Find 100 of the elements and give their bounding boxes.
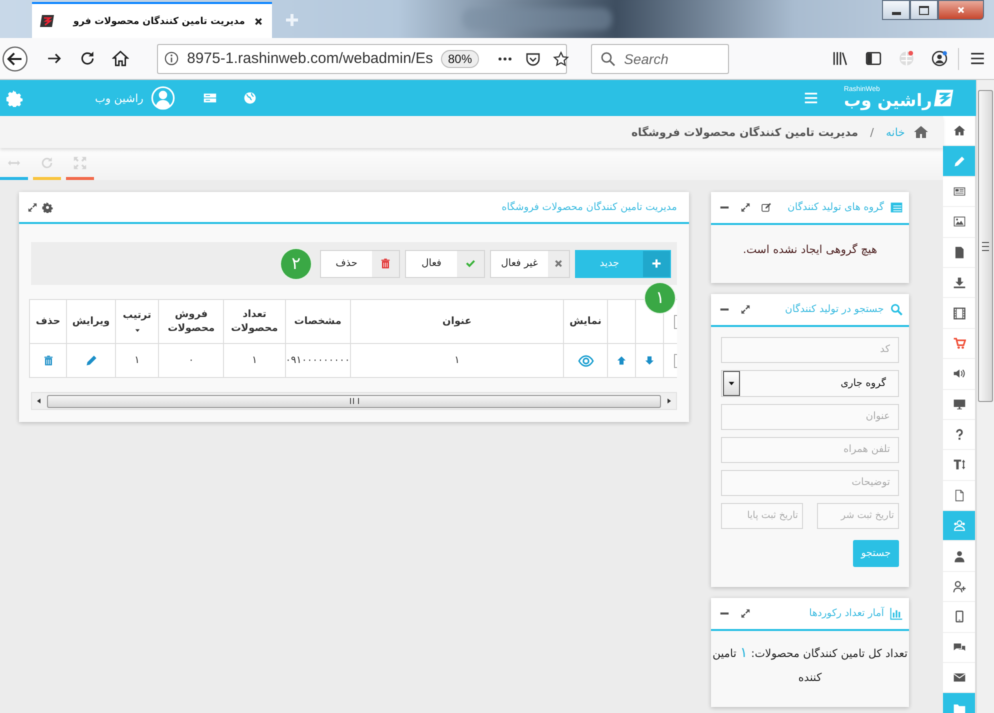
step-badge: ۲ xyxy=(281,248,311,278)
logo-text: راشین وب xyxy=(844,93,932,110)
users-icon xyxy=(952,519,966,532)
mobile-icon xyxy=(952,610,966,624)
expand-icon[interactable] xyxy=(27,202,38,212)
column-header: ویرایش xyxy=(72,314,110,328)
arrow-down-icon[interactable] xyxy=(644,355,655,366)
table-cell: ۱ xyxy=(454,355,460,366)
input-field[interactable]: کد xyxy=(721,336,899,363)
user-plus-icon xyxy=(952,580,966,594)
expand-icon[interactable] xyxy=(740,202,750,213)
zoom-level[interactable]: 80% xyxy=(440,50,479,68)
volume-icon xyxy=(952,367,966,380)
trash-icon xyxy=(380,258,391,269)
bookmark-star-icon[interactable] xyxy=(553,50,569,66)
pocket-icon[interactable] xyxy=(525,50,541,66)
settings-icon[interactable] xyxy=(42,202,53,212)
newspaper-icon xyxy=(952,184,966,198)
close-icon[interactable] xyxy=(253,16,264,26)
list-icon xyxy=(890,201,903,214)
menu-icon[interactable] xyxy=(969,50,986,67)
column-header: فروش محصولات xyxy=(166,308,216,335)
film-icon xyxy=(952,306,966,320)
home-icon xyxy=(952,124,966,138)
edit-icon[interactable] xyxy=(760,202,772,213)
eye-icon[interactable] xyxy=(576,352,596,368)
file-blank-icon xyxy=(952,488,966,502)
table-cell: ۱ xyxy=(252,355,258,366)
close-icon xyxy=(956,5,966,15)
folder-icon xyxy=(952,702,966,713)
search-field[interactable]: Search xyxy=(591,44,729,74)
activate-button[interactable]: فعال xyxy=(405,250,485,278)
expand-icon[interactable] xyxy=(740,608,751,619)
minimize-button[interactable] xyxy=(882,0,910,20)
envelope-icon xyxy=(952,671,966,684)
trash-icon[interactable] xyxy=(42,355,54,366)
sidebar-icon[interactable] xyxy=(865,50,882,67)
date-field[interactable]: تاریخ ثبت پایا xyxy=(721,502,803,529)
maximize-button[interactable] xyxy=(910,0,938,20)
table-cell: ۱ xyxy=(134,355,140,366)
info-icon[interactable] xyxy=(164,51,179,66)
column-header: حذف xyxy=(36,314,60,328)
deactivate-button[interactable]: غیر فعال xyxy=(490,250,570,278)
cross-icon xyxy=(552,258,564,269)
sort-caret-icon[interactable] xyxy=(134,326,140,334)
browser-tab[interactable]: مدیریت تامین کنندگان محصولات فرو xyxy=(32,2,272,38)
globe-icon[interactable] xyxy=(898,50,915,67)
search-icon xyxy=(890,302,903,316)
breadcrumb-separator: / xyxy=(870,126,874,138)
refresh-icon xyxy=(40,156,54,170)
home-icon[interactable] xyxy=(913,124,929,140)
edit-icon[interactable] xyxy=(84,354,98,367)
horizontal-scrollbar[interactable] xyxy=(31,392,677,410)
input-field[interactable]: توضیحات xyxy=(721,470,899,496)
vertical-scrollbar[interactable] xyxy=(976,80,994,713)
step-badge: ۱ xyxy=(645,283,675,313)
expand-icon[interactable] xyxy=(740,304,751,315)
dropdown[interactable]: گروه جاری xyxy=(721,370,899,397)
panel-title: مدیریت تامین کنندگان محصولات فروشگاه xyxy=(502,202,677,212)
column-header: عنوان xyxy=(442,314,472,328)
record-count-text: تعداد کل تامین کنندگان محصولات: ۱ تامین کننده xyxy=(711,644,909,686)
fullscreen-icon xyxy=(73,156,87,170)
input-field[interactable]: تلفن همراه xyxy=(721,436,899,463)
arrow-left-icon[interactable] xyxy=(35,397,43,405)
arrow-right-icon[interactable] xyxy=(665,397,673,405)
panel-title: گروه های تولید کنندگان xyxy=(788,202,884,213)
user-icon xyxy=(952,550,966,563)
close-button[interactable] xyxy=(938,0,984,20)
search-placeholder: Search xyxy=(624,50,668,66)
library-icon[interactable] xyxy=(832,50,849,67)
date-field[interactable]: تاریخ ثبت شر xyxy=(817,502,899,529)
site-logo-icon xyxy=(40,13,56,29)
input-field[interactable]: عنوان xyxy=(721,404,899,430)
home-button[interactable] xyxy=(112,50,129,67)
table-cell: ۰۹۱۰۰۰۰۰۰۰۰۰ xyxy=(286,355,350,366)
download-icon xyxy=(952,276,966,290)
search-icon xyxy=(600,50,616,66)
back-button[interactable] xyxy=(2,46,28,72)
monitor-icon xyxy=(952,398,966,411)
arrow-up-icon[interactable] xyxy=(616,355,627,366)
url-text: 8975-1.rashinweb.com/webadmin/Es xyxy=(187,50,433,67)
delete-button[interactable]: حذف xyxy=(320,250,400,278)
column-header: نمایش xyxy=(569,314,602,328)
check-icon xyxy=(465,258,476,269)
breadcrumb-current: مدیریت تامین کنندگان محصولات فروشگاه xyxy=(631,126,858,138)
address-bar[interactable]: 8975-1.rashinweb.com/webadmin/Es 80% xyxy=(157,44,567,74)
text-height-icon xyxy=(952,458,966,472)
table-cell: ۰ xyxy=(188,355,194,366)
panel-title: آمار تعداد رکوردها xyxy=(809,608,884,619)
image-icon xyxy=(952,215,966,228)
column-header: مشخصات xyxy=(294,314,342,328)
empty-message: هیچ گروهی ایجاد نشده است. xyxy=(742,242,878,258)
bar-chart-icon xyxy=(890,606,903,620)
file-icon xyxy=(952,246,966,259)
tab-title: مدیریت تامین کنندگان محصولات فرو xyxy=(72,16,245,26)
account-icon[interactable] xyxy=(931,50,948,67)
column-header: تعداد محصولات xyxy=(230,308,280,335)
cart-icon xyxy=(952,336,966,350)
pencil-icon xyxy=(952,154,966,168)
reload-button[interactable] xyxy=(79,50,96,67)
